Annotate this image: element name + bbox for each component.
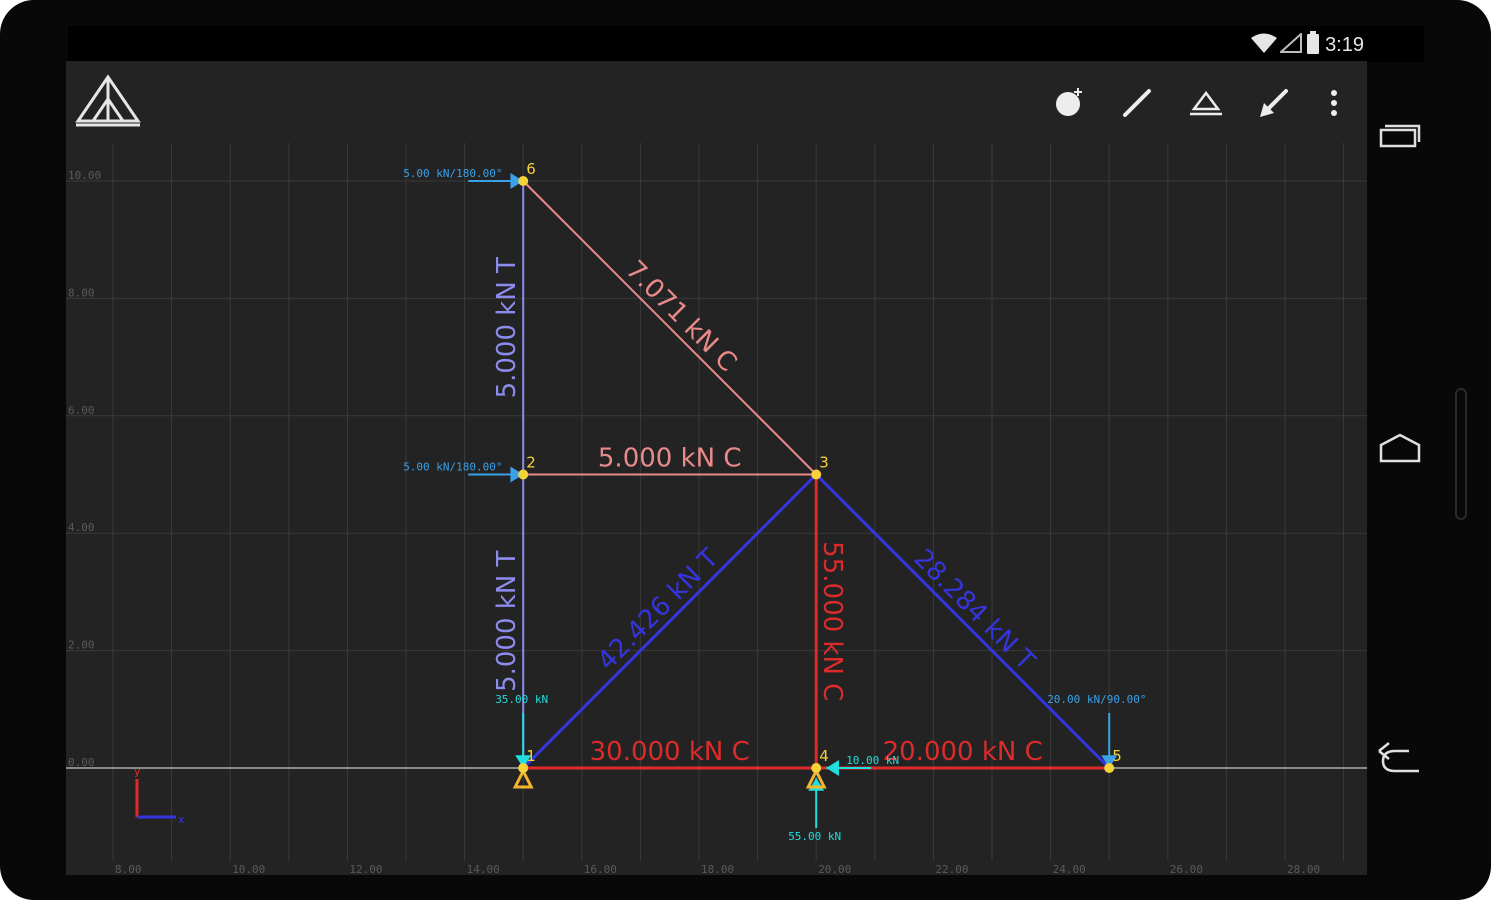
- back-icon[interactable]: [1375, 735, 1425, 785]
- wifi-icon: [1251, 33, 1277, 53]
- app-screen: 8.00 10.00 12.00 14.00 16.00 18.00 20.00 22.00 2…: [66, 61, 1367, 875]
- axis-indicator-x-label: x: [178, 813, 185, 826]
- x-tick-label: 24.00: [1053, 863, 1086, 875]
- bezel-button: [1455, 388, 1467, 520]
- node-label: 2: [526, 454, 536, 472]
- truss-member[interactable]: [522, 473, 818, 770]
- truss-member[interactable]: [815, 473, 1111, 770]
- truss-member[interactable]: [522, 180, 817, 476]
- x-tick-label: 22.00: [935, 863, 968, 875]
- node-label: 3: [819, 454, 829, 472]
- reaction-label: 55.00 kN: [788, 830, 841, 843]
- member-force-label: 28.284 kN T: [908, 543, 1041, 676]
- status-bar: 3:19: [68, 26, 1424, 62]
- y-tick-label: 6.00: [68, 404, 95, 417]
- x-tick-label: 14.00: [467, 863, 500, 875]
- reaction-label: 10.00 kN: [846, 754, 899, 767]
- node-label: 4: [819, 747, 829, 765]
- x-tick-label: 18.00: [701, 863, 734, 875]
- status-time: 3:19: [1325, 34, 1364, 56]
- load-label: 20.00 kN/90.00°: [1047, 693, 1146, 706]
- reaction-label: 35.00 kN: [495, 693, 548, 706]
- member-force-label: 55.000 kN C: [817, 541, 847, 701]
- member-force-label: 5.000 kN T: [492, 550, 522, 691]
- action-bar: [66, 61, 1367, 141]
- member-force-label: 5.000 kN T: [492, 257, 522, 398]
- add-member-icon[interactable]: [1115, 81, 1159, 125]
- y-tick-label: 8.00: [68, 286, 95, 299]
- member-force-label: 42.426 kN T: [592, 543, 725, 676]
- node-label: 5: [1112, 747, 1122, 765]
- load-label: 5.00 kN/180.00°: [403, 461, 502, 474]
- x-tick-label: 12.00: [349, 863, 382, 875]
- y-tick-label: 10.00: [68, 169, 101, 182]
- x-tick-label: 26.00: [1170, 863, 1203, 875]
- member-force-label: 20.000 kN C: [883, 737, 1043, 767]
- x-tick-label: 28.00: [1287, 863, 1320, 875]
- load-label: 5.00 kN/180.00°: [403, 167, 502, 180]
- truss-logo-icon[interactable]: [74, 73, 142, 129]
- add-node-icon[interactable]: [1047, 81, 1091, 125]
- y-tick-label: 2.00: [68, 639, 95, 652]
- supports-layer: [512, 767, 827, 789]
- add-load-icon[interactable]: [1252, 81, 1296, 125]
- node-label: 1: [526, 747, 536, 765]
- x-tick-label: 10.00: [232, 863, 265, 875]
- y-tick-label: 0.00: [68, 756, 95, 769]
- signal-icon: [1280, 33, 1302, 53]
- member-force-label: 5.000 kN C: [598, 444, 742, 474]
- add-support-icon[interactable]: [1184, 81, 1228, 125]
- battery-icon: [1307, 31, 1319, 54]
- home-icon[interactable]: [1375, 425, 1425, 475]
- x-tick-label: 16.00: [584, 863, 617, 875]
- device-frame: 3:19 8.00 10.00 12.00 14.00 16.00 18.00 20.00 2…: [0, 0, 1491, 900]
- truss-canvas[interactable]: 8.00 10.00 12.00 14.00 16.00 18.00 20.00 22.00 2…: [66, 61, 1367, 875]
- overflow-menu-icon[interactable]: [1312, 81, 1356, 125]
- axis-indicator-y-label: y: [134, 765, 141, 778]
- member-force-label: 30.000 kN C: [590, 737, 750, 767]
- y-tick-label: 4.00: [68, 521, 95, 534]
- node-label: 6: [526, 160, 536, 178]
- x-tick-label: 20.00: [818, 863, 851, 875]
- x-tick-label: 8.00: [115, 863, 142, 875]
- axis-indicator: y x: [134, 765, 185, 826]
- member-force-label: 7.071 kN C: [620, 255, 743, 378]
- members-layer: 5.000 kN T 5.000 kN T 5.000 kN C 7.071 kN C…: [492, 180, 1111, 770]
- recents-icon[interactable]: [1375, 116, 1425, 166]
- navigation-bar: [1367, 61, 1433, 875]
